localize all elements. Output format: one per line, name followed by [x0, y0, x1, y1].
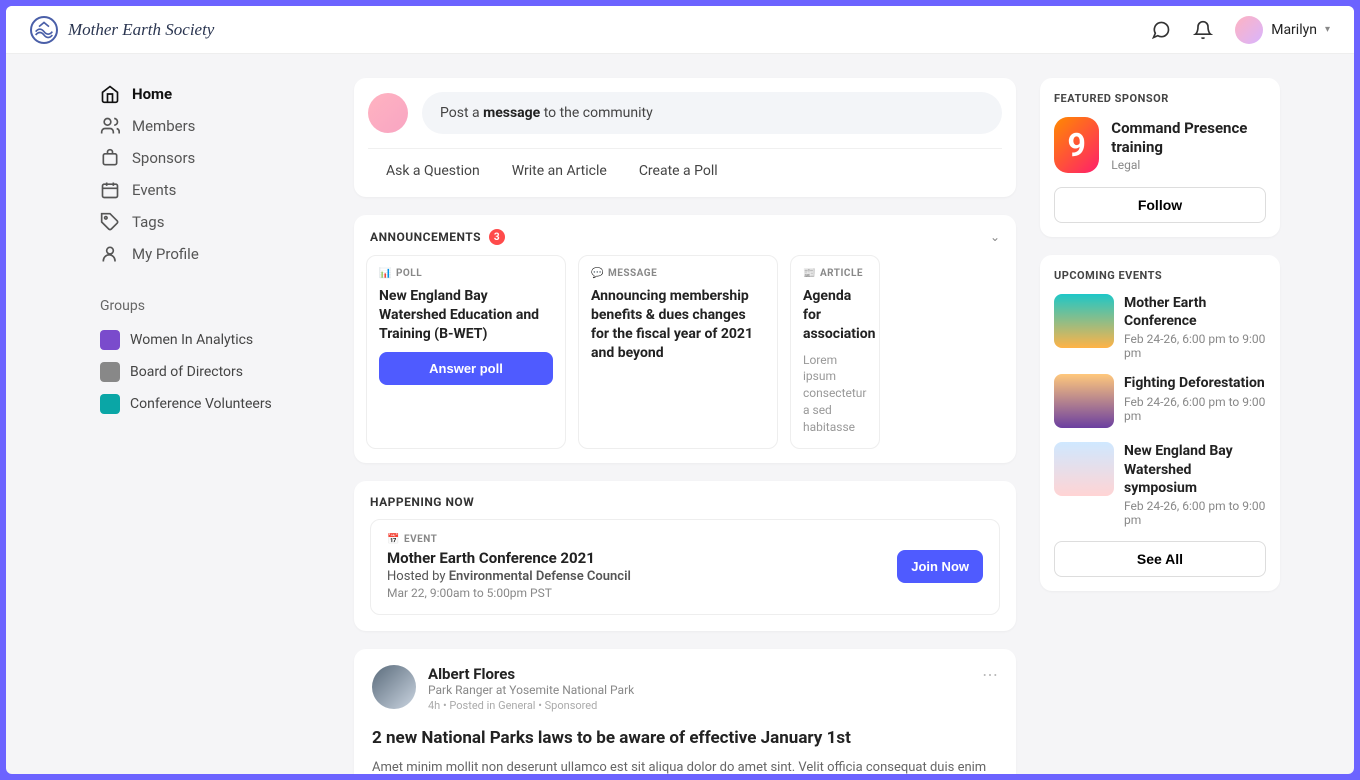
join-now-button[interactable]: Join Now: [897, 550, 983, 583]
nav-label: Members: [132, 117, 195, 135]
group-volunteers[interactable]: Conference Volunteers: [92, 388, 330, 420]
sponsor-logo: 9: [1054, 117, 1099, 173]
event-date: Mar 22, 9:00am to 5:00pm PST: [387, 586, 631, 600]
event-item-title: New England Bay Watershed symposium: [1124, 442, 1266, 497]
main-column: Post a message to the community Ask a Qu…: [354, 78, 1016, 774]
article-icon: 📰: [803, 268, 816, 279]
announcements-title: ANNOUNCEMENTS: [370, 230, 481, 244]
post-role: Park Ranger at Yosemite National Park: [428, 683, 634, 697]
profile-icon: [100, 244, 120, 264]
right-column: FEATURED SPONSOR 9 Command Presence trai…: [1040, 78, 1280, 774]
announcement-title: Announcing membership benefits & dues ch…: [591, 287, 765, 363]
featured-sponsor-card: FEATURED SPONSOR 9 Command Presence trai…: [1040, 78, 1280, 237]
home-icon: [100, 84, 120, 104]
event-thumb: [1054, 442, 1114, 496]
group-board[interactable]: Board of Directors: [92, 356, 330, 388]
brand-logo-icon: [30, 16, 58, 44]
sponsor-header: FEATURED SPONSOR: [1054, 92, 1266, 105]
event-title: Mother Earth Conference 2021: [387, 549, 631, 567]
answer-poll-button[interactable]: Answer poll: [379, 352, 553, 385]
members-icon: [100, 116, 120, 136]
upcoming-events-card: UPCOMING EVENTS Mother Earth Conference …: [1040, 255, 1280, 591]
post-meta: 4h • Posted in General • Sponsored: [428, 699, 634, 712]
chat-icon[interactable]: [1151, 20, 1171, 40]
calendar-icon: [100, 180, 120, 200]
announcement-card[interactable]: 📰ARTICLE Agenda for association Lorem ip…: [790, 255, 880, 449]
collapse-icon[interactable]: ⌄: [990, 230, 1000, 244]
sponsors-icon: [100, 148, 120, 168]
announcement-card[interactable]: 💬MESSAGE Announcing membership benefits …: [578, 255, 778, 449]
group-thumb: [100, 394, 120, 414]
feed-post: Albert Flores Park Ranger at Yosemite Na…: [354, 649, 1016, 774]
nav-members[interactable]: Members: [92, 110, 330, 142]
composer-card: Post a message to the community Ask a Qu…: [354, 78, 1016, 197]
event-item-date: Feb 24-26, 6:00 pm to 9:00 pm: [1124, 332, 1266, 360]
event-item-date: Feb 24-26, 6:00 pm to 9:00 pm: [1124, 499, 1266, 527]
nav-label: My Profile: [132, 245, 199, 263]
nav-profile[interactable]: My Profile: [92, 238, 330, 270]
post-body: Amet minim mollit non deserunt ullamco e…: [372, 758, 998, 774]
sidebar: Home Members Sponsors Events Tags My Pro…: [80, 78, 330, 774]
happening-title: HAPPENING NOW: [370, 495, 474, 509]
sponsor-name: Command Presence training: [1111, 119, 1266, 158]
chevron-down-icon: ▾: [1325, 24, 1330, 35]
brand-name: Mother Earth Society: [68, 20, 214, 40]
write-article[interactable]: Write an Article: [512, 163, 607, 179]
groups-header: Groups: [100, 298, 330, 314]
brand[interactable]: Mother Earth Society: [30, 16, 214, 44]
event-item[interactable]: New England Bay Watershed symposium Feb …: [1054, 442, 1266, 527]
user-menu[interactable]: Marilyn ▾: [1235, 16, 1330, 44]
nav-sponsors[interactable]: Sponsors: [92, 142, 330, 174]
event-thumb: [1054, 374, 1114, 428]
events-header: UPCOMING EVENTS: [1054, 269, 1266, 282]
nav-events[interactable]: Events: [92, 174, 330, 206]
happening-now-card: HAPPENING NOW 📅EVENT Mother Earth Confer…: [354, 481, 1016, 631]
group-label: Conference Volunteers: [130, 396, 272, 412]
announcement-title: New England Bay Watershed Education and …: [379, 287, 553, 344]
post-author[interactable]: Albert Flores: [428, 665, 634, 683]
group-thumb: [100, 362, 120, 382]
event-icon: 📅: [387, 534, 400, 545]
sponsor-category: Legal: [1111, 158, 1266, 172]
nav-label: Home: [132, 85, 172, 103]
group-label: Women In Analytics: [130, 332, 253, 348]
nav-label: Tags: [132, 213, 164, 231]
composer-input[interactable]: Post a message to the community: [422, 92, 1002, 134]
announcement-card[interactable]: 📊POLL New England Bay Watershed Educatio…: [366, 255, 566, 449]
nav-home[interactable]: Home: [92, 78, 330, 110]
event-host: Hosted by Environmental Defense Council: [387, 569, 631, 584]
ask-question[interactable]: Ask a Question: [386, 163, 480, 179]
follow-button[interactable]: Follow: [1054, 187, 1266, 223]
nav-label: Sponsors: [132, 149, 195, 167]
see-all-button[interactable]: See All: [1054, 541, 1266, 577]
announcements-card: ANNOUNCEMENTS 3 ⌄ 📊POLL New England Bay …: [354, 215, 1016, 463]
announcement-excerpt: Lorem ipsum consectetur a sed habitasse: [803, 352, 867, 436]
tag-icon: [100, 212, 120, 232]
event-item[interactable]: Fighting Deforestation Feb 24-26, 6:00 p…: [1054, 374, 1266, 428]
event-item[interactable]: Mother Earth Conference Feb 24-26, 6:00 …: [1054, 294, 1266, 360]
event-item-title: Mother Earth Conference: [1124, 294, 1266, 330]
event-thumb: [1054, 294, 1114, 348]
announcements-count-badge: 3: [489, 229, 505, 245]
avatar: [1235, 16, 1263, 44]
event-item-title: Fighting Deforestation: [1124, 374, 1266, 392]
post-avatar: [372, 665, 416, 709]
topbar: Mother Earth Society Marilyn ▾: [6, 6, 1354, 54]
nav-label: Events: [132, 181, 176, 199]
message-icon: 💬: [591, 268, 604, 279]
post-more-icon[interactable]: ⋯: [982, 665, 998, 684]
group-label: Board of Directors: [130, 364, 243, 380]
user-avatar: [368, 93, 408, 133]
group-women-analytics[interactable]: Women In Analytics: [92, 324, 330, 356]
post-title: 2 new National Parks laws to be aware of…: [372, 728, 998, 748]
create-poll[interactable]: Create a Poll: [639, 163, 718, 179]
user-name: Marilyn: [1271, 22, 1317, 38]
nav-tags[interactable]: Tags: [92, 206, 330, 238]
group-thumb: [100, 330, 120, 350]
poll-icon: 📊: [379, 268, 392, 279]
announcement-title: Agenda for association: [803, 287, 867, 344]
bell-icon[interactable]: [1193, 20, 1213, 40]
event-item-date: Feb 24-26, 6:00 pm to 9:00 pm: [1124, 395, 1266, 423]
